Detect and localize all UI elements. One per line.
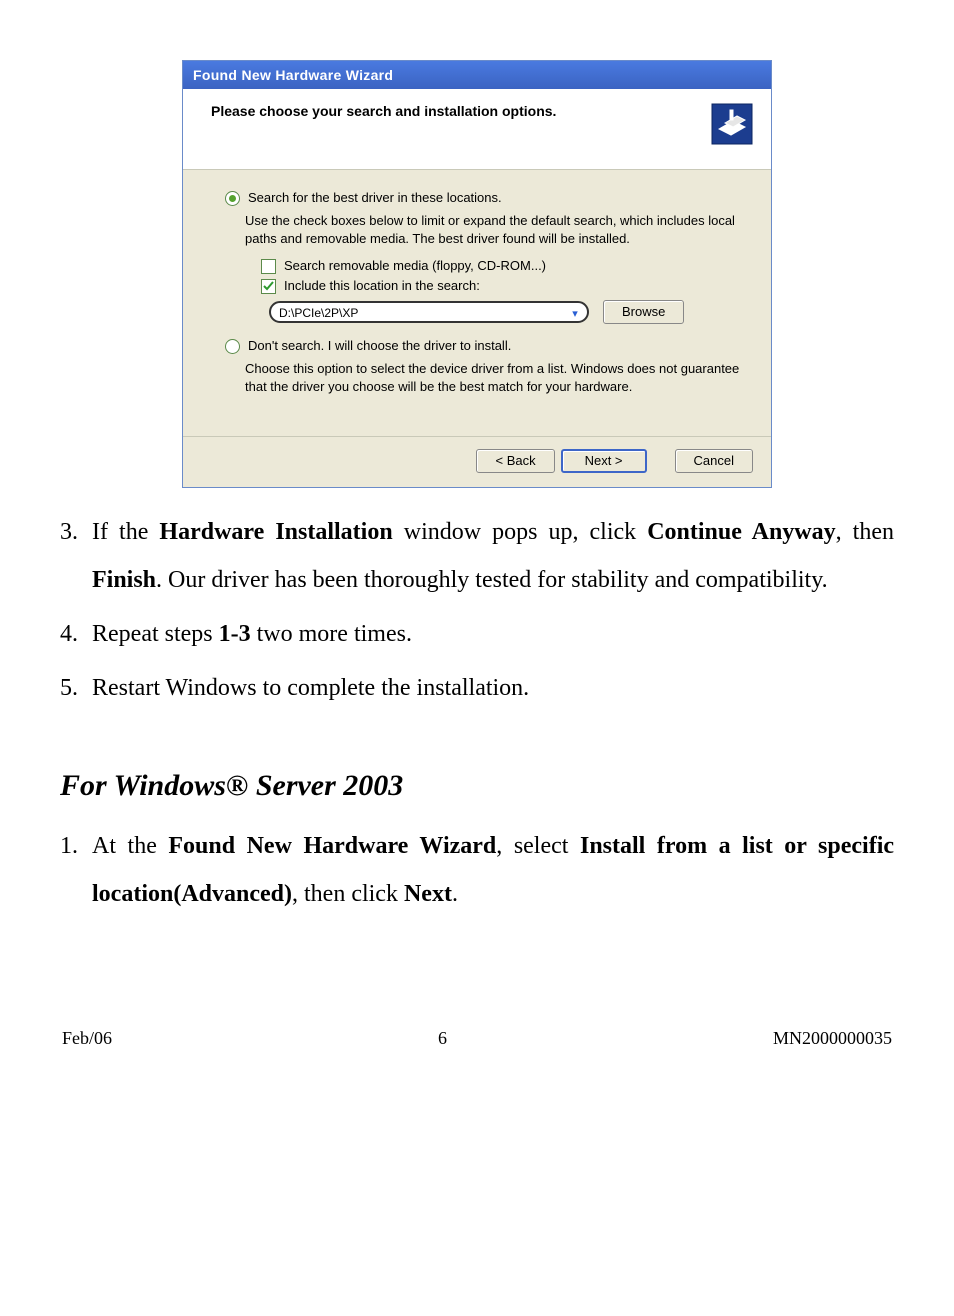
chevron-down-icon[interactable]: ▾ (567, 306, 583, 322)
section-heading: For Windows® Server 2003 (60, 756, 894, 816)
checkbox-removable-media[interactable]: Search removable media (floppy, CD-ROM..… (261, 258, 753, 274)
radio-search-best-label: Search for the best driver in these loca… (248, 190, 502, 206)
wizard-body: Search for the best driver in these loca… (183, 170, 771, 436)
step-5: 5. Restart Windows to complete the insta… (60, 664, 894, 712)
step-3: 3. If the Hardware Installation window p… (60, 508, 894, 604)
wizard-button-bar: < Back Next > Cancel (183, 436, 771, 487)
checkbox-include-label: Include this location in the search: (284, 278, 480, 294)
footer-docid: MN2000000035 (773, 1028, 892, 1049)
footer-page-number: 6 (438, 1028, 447, 1049)
hardware-icon (711, 103, 753, 145)
server2003-step-1: 1. At the Found New Hardware Wizard, sel… (60, 822, 894, 918)
radio-icon (225, 191, 240, 206)
step-number: 3. (60, 508, 92, 604)
checkbox-unchecked-icon (261, 259, 276, 274)
step-number: 1. (60, 822, 92, 918)
next-button[interactable]: Next > (561, 449, 647, 473)
wizard-window: Found New Hardware Wizard Please choose … (182, 60, 772, 488)
radio-icon (225, 339, 240, 354)
checkbox-checked-icon (261, 279, 276, 294)
wizard-title-text: Found New Hardware Wizard (193, 67, 393, 83)
cancel-button[interactable]: Cancel (675, 449, 753, 473)
opt2-description: Choose this option to select the device … (245, 360, 753, 396)
wizard-titlebar: Found New Hardware Wizard (183, 61, 771, 89)
back-button[interactable]: < Back (476, 449, 554, 473)
location-path-value: D:\PCIe\2P\XP (279, 306, 358, 320)
radio-search-best[interactable]: Search for the best driver in these loca… (225, 190, 753, 206)
checkbox-include-location[interactable]: Include this location in the search: (261, 278, 753, 294)
opt1-description: Use the check boxes below to limit or ex… (245, 212, 753, 248)
checkbox-removable-label: Search removable media (floppy, CD-ROM..… (284, 258, 546, 274)
step-4: 4. Repeat steps 1-3 two more times. (60, 610, 894, 658)
page-footer: Feb/06 6 MN2000000035 (60, 1028, 894, 1049)
document-body: 3. If the Hardware Installation window p… (60, 508, 894, 918)
radio-dont-search[interactable]: Don't search. I will choose the driver t… (225, 338, 753, 354)
location-path-combo[interactable]: D:\PCIe\2P\XP ▾ (269, 301, 589, 323)
step-number: 4. (60, 610, 92, 658)
wizard-header: Please choose your search and installati… (183, 89, 771, 170)
wizard-header-text: Please choose your search and installati… (211, 103, 556, 119)
footer-date: Feb/06 (62, 1028, 112, 1049)
step-number: 5. (60, 664, 92, 712)
radio-dont-search-label: Don't search. I will choose the driver t… (248, 338, 511, 354)
browse-button[interactable]: Browse (603, 300, 684, 324)
